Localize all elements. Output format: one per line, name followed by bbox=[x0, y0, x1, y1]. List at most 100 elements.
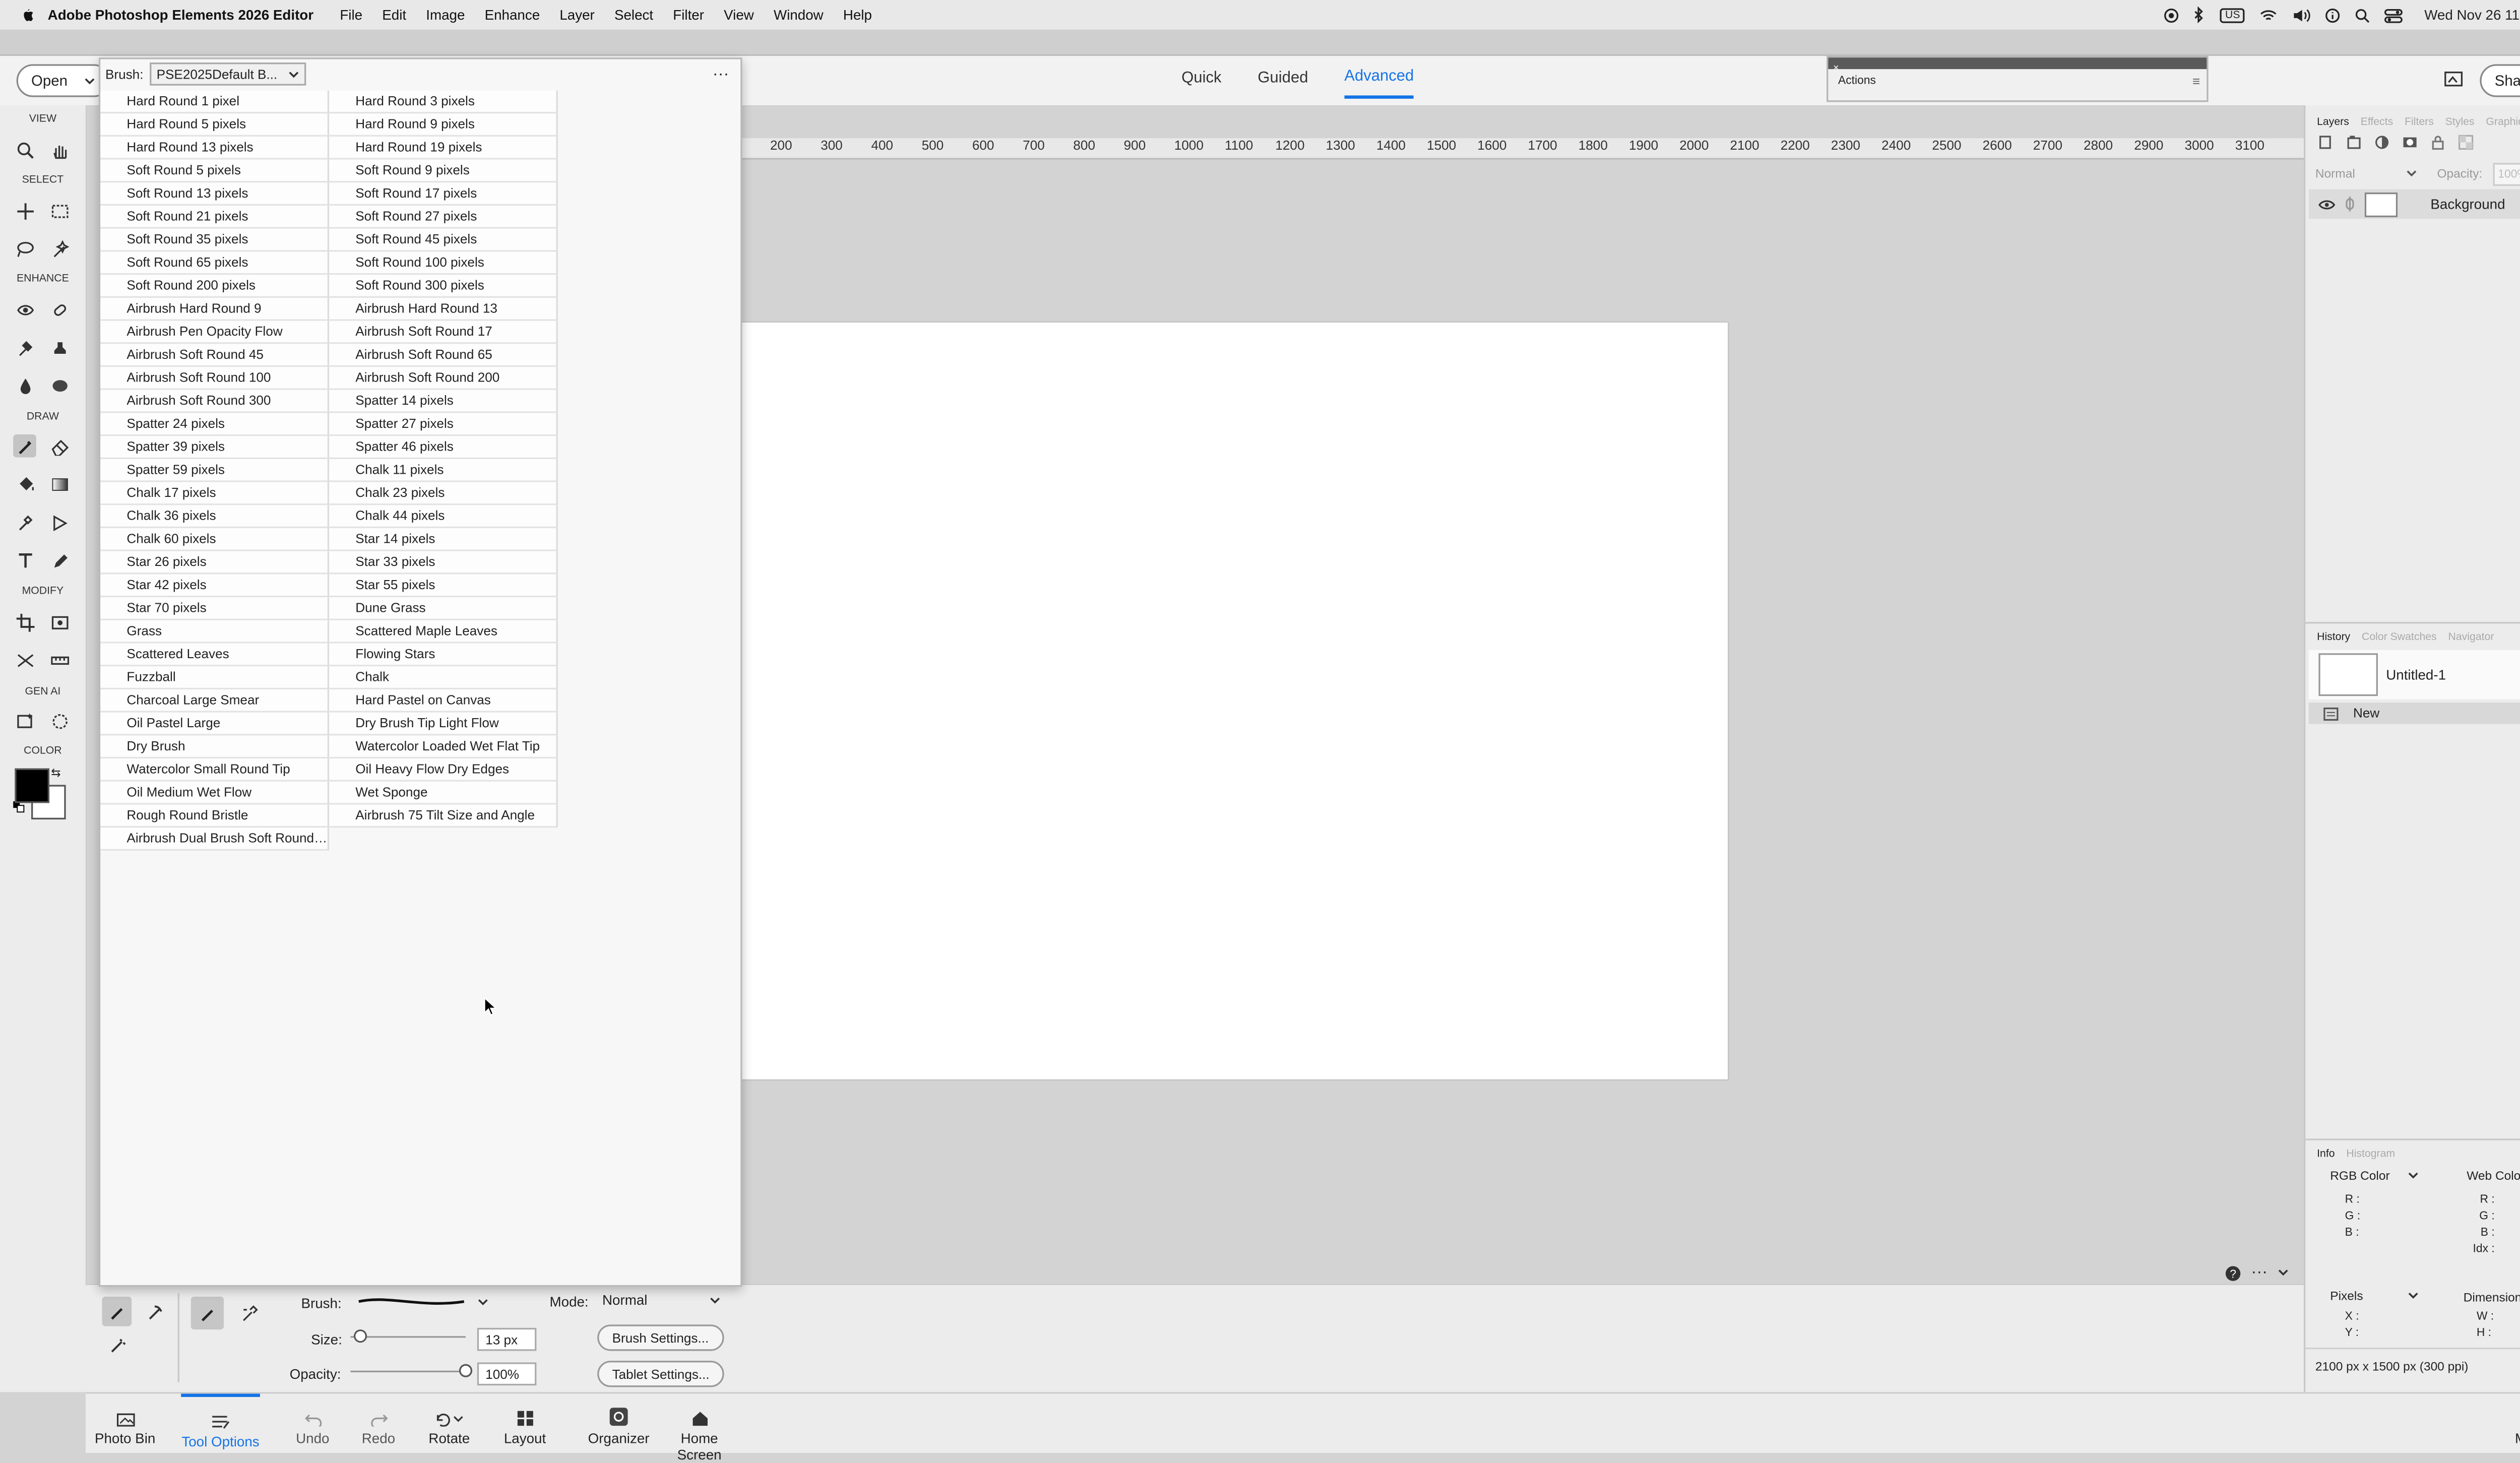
brush-preset-item[interactable]: Hard Round 9 pixels bbox=[329, 113, 558, 137]
brush-preset-item[interactable]: Flowing Stars bbox=[329, 643, 558, 667]
more-options-icon[interactable]: ··· bbox=[2251, 1264, 2268, 1282]
home-screen-button[interactable]: Home Screen bbox=[658, 1393, 740, 1463]
tab-filters[interactable]: Filters bbox=[2405, 116, 2434, 128]
menu-file[interactable]: File bbox=[330, 7, 372, 23]
brush-preset-item[interactable]: Star 26 pixels bbox=[100, 551, 329, 575]
brush-preset-item[interactable]: Dry Brush Tip Light Flow bbox=[329, 712, 558, 736]
document-canvas[interactable] bbox=[737, 322, 1728, 1079]
tab-guided[interactable]: Guided bbox=[1257, 69, 1308, 97]
brush-preset-item[interactable]: Soft Round 9 pixels bbox=[329, 159, 558, 183]
eye-tool-icon[interactable] bbox=[13, 298, 36, 321]
brush-preset-item[interactable]: Wet Sponge bbox=[329, 781, 558, 805]
pencil-tool-icon[interactable] bbox=[48, 548, 71, 571]
share-button[interactable]: Share bbox=[2480, 64, 2520, 97]
brush-preset-picker[interactable] bbox=[355, 1290, 490, 1313]
new-layer-icon[interactable] bbox=[2318, 135, 2333, 150]
chevron-down-icon[interactable] bbox=[2278, 1268, 2289, 1277]
brush-preset-item[interactable]: Spatter 39 pixels bbox=[100, 436, 329, 459]
default-colors-icon[interactable] bbox=[13, 801, 25, 813]
tab-quick[interactable]: Quick bbox=[1181, 69, 1221, 97]
bluetooth-icon[interactable] bbox=[2194, 7, 2206, 23]
apple-icon[interactable] bbox=[20, 7, 34, 23]
size-field[interactable]: 13 px bbox=[477, 1327, 537, 1351]
sponge-tool-icon[interactable] bbox=[48, 373, 71, 397]
quick-selection-tool-icon[interactable] bbox=[48, 237, 71, 260]
open-button[interactable]: Open bbox=[16, 64, 110, 97]
brush-preset-item[interactable]: Hard Round 13 pixels bbox=[100, 136, 329, 160]
new-group-icon[interactable] bbox=[2347, 135, 2361, 150]
brush-preset-item[interactable]: Airbrush Dual Brush Soft Round ... bbox=[100, 828, 329, 851]
brush-preset-item[interactable]: Airbrush Hard Round 9 bbox=[100, 297, 329, 321]
recompose-tool-icon[interactable] bbox=[48, 610, 71, 633]
healing-brush-tool-icon[interactable] bbox=[48, 298, 71, 321]
brush-preset-item[interactable]: Hard Round 1 pixel bbox=[100, 90, 329, 114]
tab-effects[interactable]: Effects bbox=[2361, 116, 2393, 128]
brush-preset-item[interactable]: Dry Brush bbox=[100, 735, 329, 759]
color-replacement-brush-icon[interactable] bbox=[102, 1329, 132, 1359]
tab-styles[interactable]: Styles bbox=[2445, 116, 2475, 128]
generative-fill-tool-icon[interactable] bbox=[13, 709, 36, 732]
brush-preset-item[interactable]: Rough Round Bristle bbox=[100, 804, 329, 828]
more-button[interactable]: ··· More bbox=[2508, 1393, 2520, 1453]
brush-preset-item[interactable]: Chalk 44 pixels bbox=[329, 505, 558, 529]
brush-preset-item[interactable]: Watercolor Loaded Wet Flat Tip bbox=[329, 735, 558, 759]
tab-graphics[interactable]: Graphics bbox=[2486, 116, 2520, 128]
info-units-select[interactable]: Pixels bbox=[2330, 1288, 2419, 1303]
brush-preset-item[interactable]: Soft Round 17 pixels bbox=[329, 182, 558, 206]
lock-transparency-icon[interactable] bbox=[2458, 135, 2474, 150]
layout-button[interactable]: Layout bbox=[497, 1393, 553, 1453]
info-icon[interactable] bbox=[2325, 8, 2341, 22]
brush-preset-item[interactable]: Soft Round 5 pixels bbox=[100, 159, 329, 183]
wifi-icon[interactable] bbox=[2260, 8, 2278, 22]
volume-icon[interactable] bbox=[2293, 8, 2311, 22]
straighten-tool-icon[interactable] bbox=[48, 648, 71, 671]
layer-opacity-field[interactable]: 100% bbox=[2493, 163, 2520, 186]
rotate-button[interactable]: Rotate bbox=[421, 1393, 477, 1453]
input-source-badge[interactable]: US bbox=[2220, 7, 2245, 23]
brush-preset-item[interactable]: Chalk 11 pixels bbox=[329, 459, 558, 482]
brush-settings-button[interactable]: Brush Settings... bbox=[597, 1324, 724, 1351]
spotlight-search-icon[interactable] bbox=[2355, 8, 2370, 22]
brush-preset-item[interactable]: Airbrush Soft Round 17 bbox=[329, 321, 558, 344]
opacity-field[interactable]: 100% bbox=[477, 1362, 537, 1386]
menu-select[interactable]: Select bbox=[604, 7, 663, 23]
brush-preset-item[interactable]: Soft Round 100 pixels bbox=[329, 251, 558, 275]
more-options-icon[interactable]: ··· bbox=[713, 65, 729, 83]
clone-stamp-tool-icon[interactable] bbox=[48, 336, 71, 359]
lock-icon[interactable] bbox=[2430, 135, 2445, 150]
tab-histogram[interactable]: Histogram bbox=[2346, 1148, 2395, 1159]
undo-button[interactable]: Undo bbox=[290, 1393, 336, 1453]
organizer-button[interactable]: Organizer bbox=[586, 1393, 652, 1453]
tab-advanced[interactable]: Advanced bbox=[1344, 68, 1414, 99]
eraser-tool-icon[interactable] bbox=[48, 434, 71, 458]
brush-preset-item[interactable]: Spatter 14 pixels bbox=[329, 390, 558, 413]
brush-preset-item[interactable]: Watercolor Small Round Tip bbox=[100, 758, 329, 782]
airbrush-icon[interactable] bbox=[232, 1297, 265, 1329]
brush-preset-item[interactable]: Chalk 17 pixels bbox=[100, 482, 329, 505]
tool-options-button[interactable]: Tool Options bbox=[181, 1393, 260, 1456]
brush-set-select[interactable]: PSE2025Default B... bbox=[150, 62, 305, 86]
brush-preset-item[interactable]: Scattered Leaves bbox=[100, 643, 329, 667]
swap-colors-icon[interactable]: ⇆ bbox=[51, 767, 60, 780]
brush-preset-item[interactable]: Spatter 24 pixels bbox=[100, 413, 329, 436]
menu-help[interactable]: Help bbox=[833, 7, 881, 23]
brush-preset-item[interactable]: Soft Round 300 pixels bbox=[329, 275, 558, 298]
brush-preset-item[interactable]: Spatter 27 pixels bbox=[329, 413, 558, 436]
brush-tool-icon[interactable] bbox=[13, 434, 36, 458]
brush-preset-item[interactable]: Star 70 pixels bbox=[100, 597, 329, 620]
opacity-slider[interactable] bbox=[350, 1370, 466, 1373]
actions-panel-titlebar[interactable]: × bbox=[1828, 57, 2207, 74]
brush-preset-item[interactable]: Oil Pastel Large bbox=[100, 712, 329, 736]
smart-brush-tool-icon[interactable] bbox=[13, 336, 36, 359]
tab-history[interactable]: History bbox=[2317, 631, 2350, 643]
menu-bar-clock[interactable]: Wed Nov 26 11:34 PM bbox=[2424, 7, 2520, 23]
info-left-mode-select[interactable]: RGB Color bbox=[2330, 1168, 2419, 1183]
brush-preset-item[interactable]: Grass bbox=[100, 620, 329, 644]
hand-tool-icon[interactable] bbox=[48, 138, 71, 161]
brush-preset-item[interactable]: Soft Round 65 pixels bbox=[100, 251, 329, 275]
mode-select[interactable]: Normal bbox=[602, 1290, 721, 1310]
brush-preset-item[interactable]: Soft Round 35 pixels bbox=[100, 228, 329, 252]
brush-preset-item[interactable]: Star 14 pixels bbox=[329, 528, 558, 551]
brush-preset-item[interactable]: Airbrush Soft Round 45 bbox=[100, 344, 329, 367]
tablet-settings-button[interactable]: Tablet Settings... bbox=[597, 1361, 725, 1387]
